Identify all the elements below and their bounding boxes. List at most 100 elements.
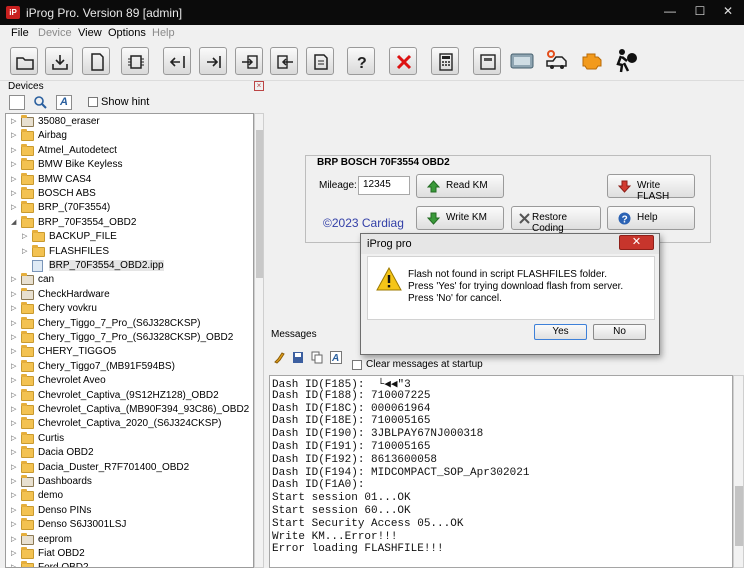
expand-arrow-icon[interactable]: ▷ (11, 305, 18, 313)
collapse-arrow-icon[interactable]: ◢ (11, 219, 18, 227)
expand-arrow-icon[interactable]: ▷ (11, 420, 18, 428)
expand-arrow-icon[interactable]: ▷ (11, 348, 18, 356)
verify-button[interactable] (235, 47, 263, 75)
calculator-button[interactable] (431, 47, 459, 75)
tree-item[interactable]: ▷ demo (6, 489, 253, 503)
tree-item[interactable]: ▷ BRP_(70F3554) (6, 201, 253, 215)
yes-button[interactable]: Yes (534, 324, 587, 340)
mileage-input[interactable]: 12345 (358, 176, 410, 195)
expand-arrow-icon[interactable] (22, 262, 29, 270)
tree-item[interactable]: ▷ Atmel_Autodetect (6, 143, 253, 158)
tree-item[interactable]: ▷ FLASHFILES (6, 244, 253, 259)
tree-item[interactable]: ▷ Airbag (6, 129, 253, 143)
expand-arrow-icon[interactable]: ▷ (11, 521, 18, 529)
expand-arrow-icon[interactable]: ▷ (11, 564, 18, 567)
expand-arrow-icon[interactable]: ▷ (11, 190, 18, 198)
tree-item[interactable]: ▷ Chery_Tiggo_7_Pro_(S6J328CKSP)_OBD2 (6, 331, 253, 345)
copy-icon[interactable] (311, 351, 323, 364)
airbag-button[interactable] (612, 47, 642, 77)
expand-arrow-icon[interactable]: ▷ (11, 536, 18, 544)
tree-item[interactable]: BRP_70F3554_OBD2.ipp (6, 259, 253, 273)
expand-arrow-icon[interactable]: ▷ (11, 464, 18, 472)
tree-item[interactable]: ▷ Fiat OBD2 (6, 547, 253, 561)
tree-item[interactable]: ▷ Chevrolet_Captiva_(MB90F394_93C86)_OBD2 (6, 403, 253, 417)
tree-item[interactable]: ▷ Dacia_Duster_R7F701400_OBD2 (6, 460, 253, 475)
script-button[interactable] (306, 47, 334, 75)
tree-item[interactable]: ▷ Chery vovkru (6, 302, 253, 316)
dashboard-button[interactable] (508, 47, 538, 77)
expand-arrow-icon[interactable]: ▷ (11, 291, 18, 299)
tree-item[interactable]: ▷ 35080_eraser (6, 115, 253, 129)
read-km-button[interactable]: Read KM (416, 174, 504, 198)
write-flash-button[interactable]: Write FLASH (607, 174, 695, 202)
expand-arrow-icon[interactable]: ▷ (11, 406, 18, 414)
tree-item[interactable]: ◢ BRP_70F3554_OBD2 (6, 215, 253, 230)
expand-arrow-icon[interactable]: ▷ (22, 248, 29, 256)
tree-item[interactable]: ▷ Dacia OBD2 (6, 446, 253, 460)
clear-messages-checkbox[interactable] (352, 360, 362, 370)
messages-scrollbar-thumb[interactable] (735, 486, 743, 546)
messages-scrollbar[interactable] (733, 375, 744, 568)
font-icon[interactable]: A (56, 95, 72, 110)
messages-console[interactable]: Dash ID(F185): └◀◀"3 Dash ID(F188): 71000… (269, 375, 733, 568)
expand-arrow-icon[interactable]: ▷ (11, 478, 18, 486)
restore-coding-button[interactable]: Restore Coding (511, 206, 601, 234)
write-button[interactable] (199, 47, 227, 75)
expand-arrow-icon[interactable]: ▷ (11, 320, 18, 328)
tree-item[interactable]: ▷ Denso S6J3001LSJ (6, 518, 253, 532)
tree-item[interactable]: ▷ Curtis (6, 431, 253, 446)
devices-close-icon[interactable]: × (254, 81, 264, 91)
tree-item[interactable]: ▷ Chery_Tiggo_7_Pro_(S6J328CKSP) (6, 316, 253, 331)
open-folder-button[interactable] (10, 47, 38, 75)
close-button[interactable]: ✕ (714, 2, 742, 20)
tree-item[interactable]: ▷ Denso PINs (6, 503, 253, 518)
tree-item[interactable]: ▷ Ford OBD2 (6, 561, 253, 567)
minimize-button[interactable]: — (656, 2, 684, 20)
expand-arrow-icon[interactable]: ▷ (11, 147, 18, 155)
expand-arrow-icon[interactable]: ▷ (11, 449, 18, 457)
tree-item[interactable]: ▷ BACKUP_FILE (6, 230, 253, 244)
expand-arrow-icon[interactable]: ▷ (11, 334, 18, 342)
devices-scrollbar-thumb[interactable] (256, 130, 263, 278)
tree-item[interactable]: ▷ BOSCH ABS (6, 187, 253, 201)
chip-button[interactable] (121, 47, 149, 75)
help-toolbar-button[interactable]: ? (347, 47, 375, 75)
read-button[interactable] (163, 47, 191, 75)
write-km-button[interactable]: Write KM (416, 206, 504, 230)
tree-item[interactable]: ▷ CheckHardware (6, 287, 253, 302)
tree-item[interactable]: ▷ Chery_Tiggo7_(MB91F594BS) (6, 359, 253, 374)
copyright-link[interactable]: ©2023 Cardiag (323, 216, 404, 230)
car-key-button[interactable] (543, 47, 573, 77)
compare-button[interactable] (270, 47, 298, 75)
expand-arrow-icon[interactable]: ▷ (22, 233, 29, 241)
tree-item[interactable]: ▷ CHERY_TIGGO5 (6, 345, 253, 359)
no-button[interactable]: No (593, 324, 646, 340)
menu-help[interactable]: Help (152, 27, 175, 39)
expand-arrow-icon[interactable]: ▷ (11, 118, 18, 126)
devices-scrollbar[interactable] (254, 113, 264, 568)
expand-arrow-icon[interactable]: ▷ (11, 176, 18, 184)
tree-item[interactable]: ▷ BMW Bike Keyless (6, 158, 253, 172)
tree-item[interactable]: ▷ eeprom (6, 532, 253, 547)
font-size-icon[interactable]: A (330, 351, 342, 364)
expand-arrow-icon[interactable]: ▷ (11, 363, 18, 371)
load-button[interactable] (45, 47, 73, 75)
tree-item[interactable]: ▷ Chevrolet_Captiva_(9S12HZ128)_OBD2 (6, 388, 253, 403)
tree-item[interactable]: ▷ BMW CAS4 (6, 172, 253, 187)
stop-button[interactable] (389, 47, 417, 75)
search-icon[interactable] (33, 95, 49, 110)
tree-item[interactable]: ▷ Chevrolet_Captiva_2020_(S6J324CKSP) (6, 417, 253, 431)
expand-arrow-icon[interactable]: ▷ (11, 435, 18, 443)
show-hint-checkbox[interactable] (88, 97, 98, 107)
expand-arrow-icon[interactable]: ▷ (11, 507, 18, 515)
tree-item[interactable]: ▷ Dashboards (6, 475, 253, 489)
help-button[interactable]: ? Help (607, 206, 695, 230)
expand-arrow-icon[interactable]: ▷ (11, 132, 18, 140)
expand-arrow-icon[interactable]: ▷ (11, 492, 18, 500)
expand-arrow-icon[interactable]: ▷ (11, 377, 18, 385)
menu-view[interactable]: View (78, 27, 102, 39)
brush-icon[interactable] (273, 351, 285, 364)
menu-options[interactable]: Options (108, 27, 146, 39)
expand-arrow-icon[interactable]: ▷ (11, 550, 18, 558)
dialog-close-button[interactable]: ✕ (619, 235, 654, 250)
